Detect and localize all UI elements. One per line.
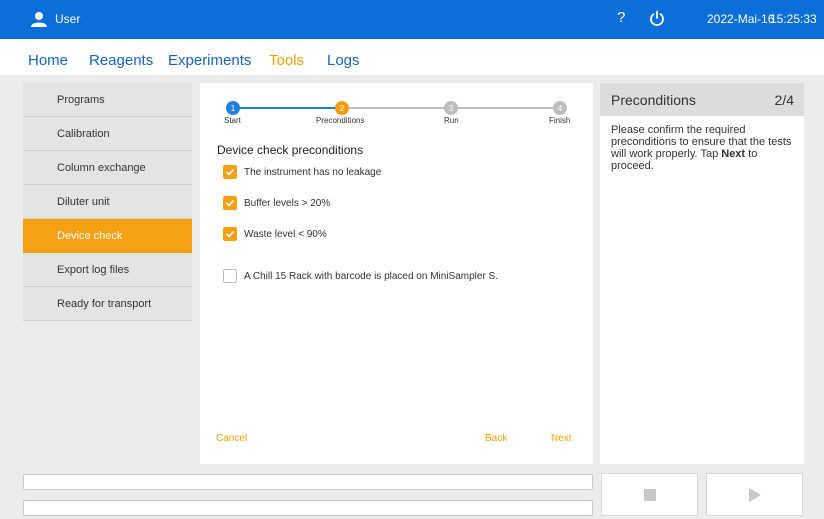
- next-button[interactable]: Next: [551, 433, 572, 444]
- info-panel: Preconditions 2/4 Please confirm the req…: [600, 83, 804, 464]
- menu-home[interactable]: Home: [28, 52, 68, 69]
- step-3-label: Run: [444, 116, 459, 125]
- step-connector: [240, 107, 336, 109]
- user-icon: [31, 12, 47, 27]
- stop-icon: [643, 488, 656, 501]
- back-button[interactable]: Back: [485, 433, 507, 444]
- checkbox-checked[interactable]: [223, 165, 237, 179]
- check-icon: [225, 199, 235, 207]
- date-display: 2022-Mai-16: [707, 12, 775, 26]
- step-connector: [458, 107, 554, 109]
- sidebar-item-device-check[interactable]: Device check: [23, 219, 192, 253]
- cancel-button[interactable]: Cancel: [216, 433, 247, 444]
- check-row-buffer[interactable]: Buffer levels > 20%: [223, 196, 330, 210]
- check-label: Waste level < 90%: [244, 228, 327, 240]
- step-2-indicator: 2: [335, 101, 349, 115]
- check-icon: [225, 230, 235, 238]
- check-row-leakage[interactable]: The instrument has no leakage: [223, 165, 381, 179]
- main-menu: Home Reagents Experiments Tools Logs: [0, 39, 824, 75]
- play-button[interactable]: [706, 473, 803, 516]
- menu-reagents[interactable]: Reagents: [89, 52, 153, 69]
- step-connector: [349, 107, 445, 109]
- info-text: Please confirm the required precondition…: [600, 116, 804, 172]
- check-label: The instrument has no leakage: [244, 166, 382, 178]
- sidebar-item-programs[interactable]: Programs: [23, 83, 192, 117]
- sidebar-item-diluter-unit[interactable]: Diluter unit: [23, 185, 192, 219]
- info-panel-header: Preconditions 2/4: [600, 83, 804, 116]
- info-title: Preconditions: [611, 91, 696, 108]
- check-row-waste[interactable]: Waste level < 90%: [223, 227, 327, 241]
- info-page-counter: 2/4: [774, 91, 794, 108]
- play-icon: [748, 487, 761, 502]
- stop-button[interactable]: [601, 473, 698, 516]
- step-1-indicator: 1: [226, 101, 240, 115]
- check-label: Buffer levels > 20%: [244, 197, 331, 209]
- status-bar-2: [23, 500, 593, 516]
- info-text-part: Please confirm the required precondition…: [611, 124, 792, 160]
- time-display: 15:25:33: [770, 12, 817, 26]
- step-3-indicator: 3: [444, 101, 458, 115]
- menu-logs[interactable]: Logs: [327, 52, 360, 69]
- tools-sidebar: Programs Calibration Column exchange Dil…: [23, 83, 192, 321]
- sidebar-item-export-log-files[interactable]: Export log files: [23, 253, 192, 287]
- step-4-indicator: 4: [553, 101, 567, 115]
- sidebar-item-column-exchange[interactable]: Column exchange: [23, 151, 192, 185]
- check-label: A Chill 15 Rack with barcode is placed o…: [244, 270, 499, 282]
- user-label: User: [55, 12, 81, 26]
- section-heading: Device check preconditions: [217, 143, 364, 157]
- check-row-rack[interactable]: A Chill 15 Rack with barcode is placed o…: [223, 269, 498, 283]
- help-icon[interactable]: ?: [617, 9, 625, 26]
- power-icon[interactable]: [649, 10, 665, 26]
- step-1-label: Start: [224, 116, 241, 125]
- user-menu[interactable]: User: [30, 11, 80, 27]
- step-4-label: Finish: [549, 116, 571, 125]
- checkbox-checked[interactable]: [223, 196, 237, 210]
- top-bar: User ? 2022-Mai-16 15:25:33: [0, 0, 824, 39]
- checkbox-checked[interactable]: [223, 227, 237, 241]
- menu-tools[interactable]: Tools: [269, 52, 304, 69]
- checkbox-unchecked[interactable]: [223, 269, 237, 283]
- sidebar-item-calibration[interactable]: Calibration: [23, 117, 192, 151]
- wizard-stepper: 1 2 3 4 Start Preconditions Run Finish: [200, 83, 593, 128]
- status-bar-1: [23, 474, 593, 490]
- wizard-panel: 1 2 3 4 Start Preconditions Run Finish D…: [200, 83, 593, 464]
- info-text-emphasis: Next: [721, 148, 746, 160]
- menu-experiments[interactable]: Experiments: [168, 52, 251, 69]
- step-2-label: Preconditions: [316, 116, 365, 125]
- sidebar-item-ready-for-transport[interactable]: Ready for transport: [23, 287, 192, 321]
- check-icon: [225, 168, 235, 176]
